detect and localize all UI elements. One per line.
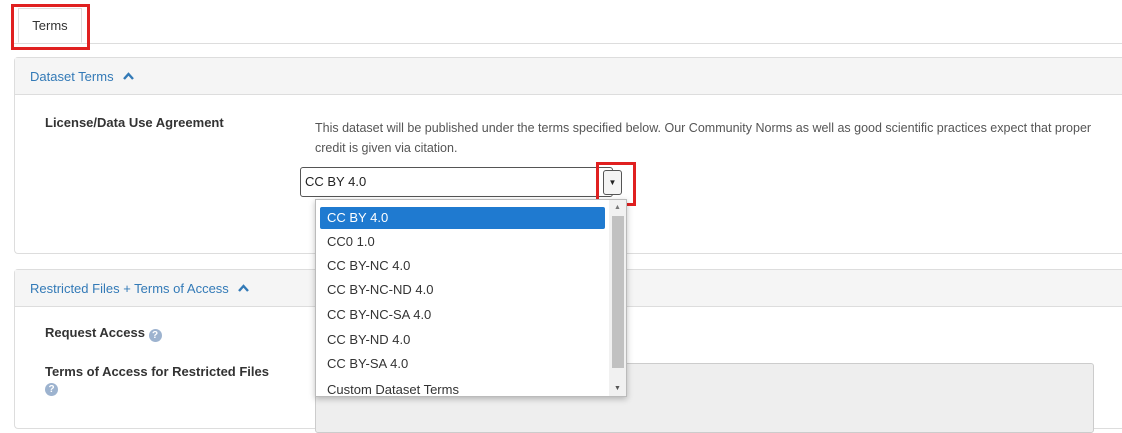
license-select-value: CC BY 4.0 xyxy=(305,174,367,189)
dataset-terms-header[interactable]: Dataset Terms xyxy=(15,58,1122,95)
license-label: License/Data Use Agreement xyxy=(45,115,224,130)
license-option[interactable]: CC0 1.0 xyxy=(320,231,605,253)
license-option[interactable]: CC BY-NC-SA 4.0 xyxy=(320,304,605,326)
request-access-text: Request Access xyxy=(45,325,145,340)
license-option[interactable]: CC BY-SA 4.0 xyxy=(320,353,605,375)
dataset-terms-title: Dataset Terms xyxy=(30,69,114,84)
terms-of-access-label: Terms of Access for Restricted Files ? xyxy=(45,364,295,396)
license-description: This dataset will be published under the… xyxy=(315,121,1092,155)
request-access-label: Request Access ? xyxy=(45,325,162,342)
tab-bar: Terms xyxy=(14,0,1122,44)
tab-highlight-box xyxy=(11,4,90,50)
license-option[interactable]: CC BY 4.0 xyxy=(320,207,605,229)
license-dropdown-list[interactable]: CC BY 4.0 CC0 1.0 CC BY-NC 4.0 CC BY-NC-… xyxy=(315,199,627,397)
scroll-up-icon[interactable]: ▲ xyxy=(609,200,626,215)
license-option[interactable]: Custom Dataset Terms xyxy=(320,379,605,396)
dropdown-scrollbar[interactable]: ▲ ▼ xyxy=(609,200,626,396)
help-icon[interactable]: ? xyxy=(148,329,162,342)
license-option[interactable]: CC BY-NC 4.0 xyxy=(320,255,605,277)
terms-of-access-text: Terms of Access for Restricted Files xyxy=(45,364,269,379)
help-icon[interactable]: ? xyxy=(45,383,58,396)
restricted-files-title: Restricted Files + Terms of Access xyxy=(30,281,229,296)
license-option[interactable]: CC BY-ND 4.0 xyxy=(320,329,605,351)
scrollbar-thumb[interactable] xyxy=(612,216,624,368)
license-option[interactable]: CC BY-NC-ND 4.0 xyxy=(320,279,605,301)
scroll-down-icon[interactable]: ▼ xyxy=(609,381,626,396)
chevron-up-icon xyxy=(123,58,135,94)
chevron-up-icon xyxy=(238,270,250,306)
license-select[interactable]: CC BY 4.0 xyxy=(300,167,613,197)
